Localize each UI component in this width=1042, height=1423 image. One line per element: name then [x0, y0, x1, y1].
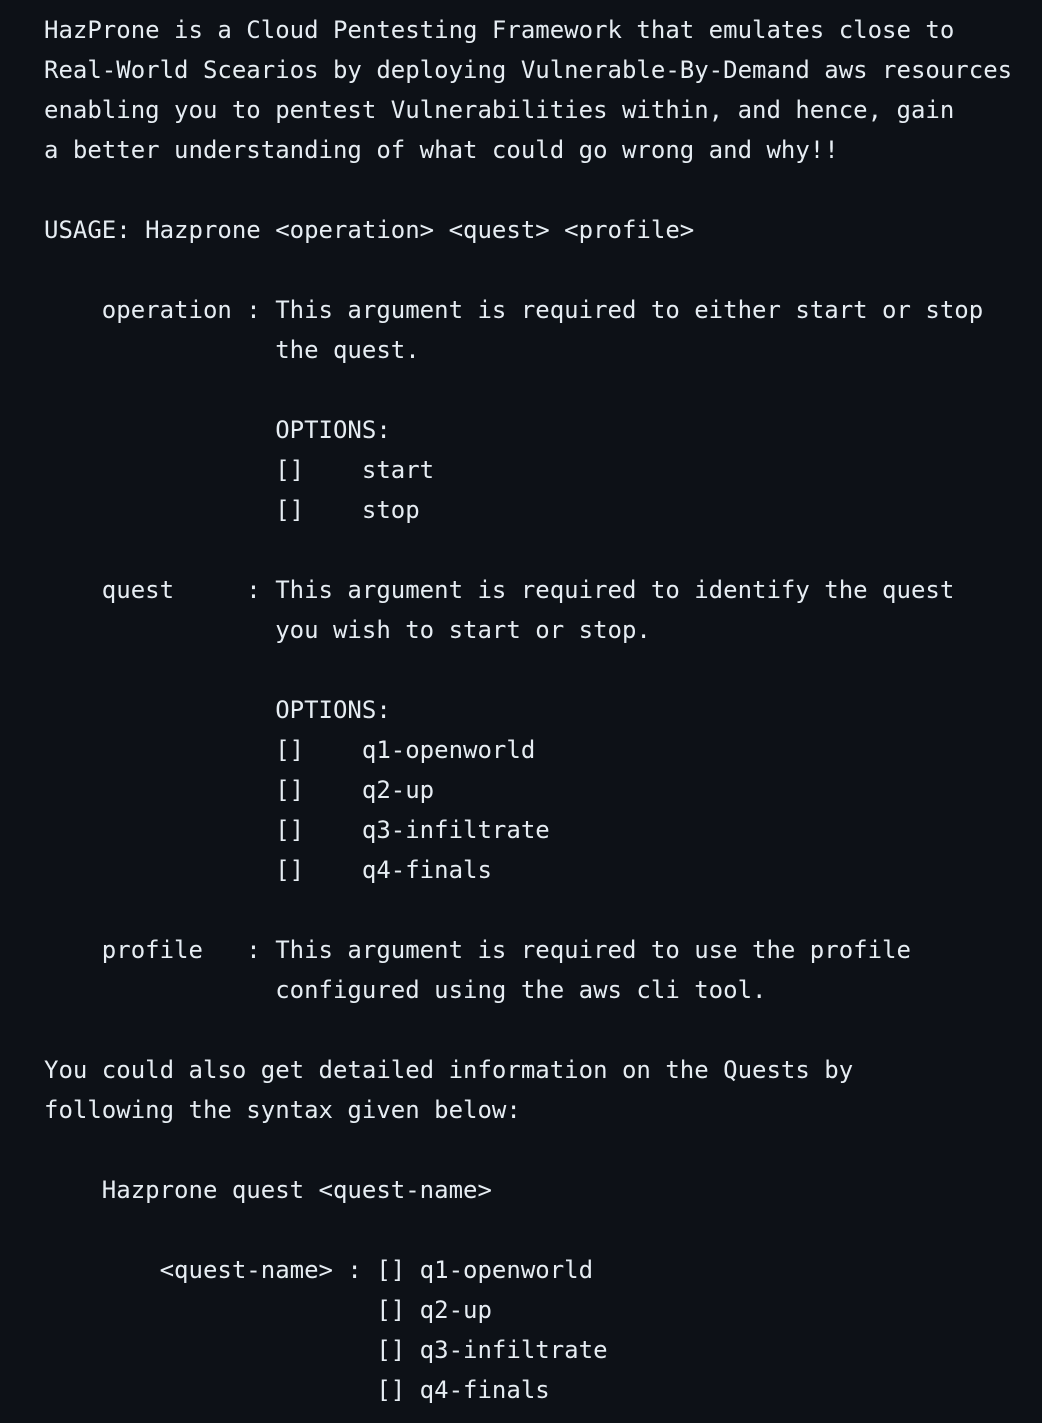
- details-line-2: following the syntax given below:: [44, 1096, 521, 1124]
- quest-name-option-q4: [] q4-finals: [44, 1376, 550, 1404]
- quest-option-q3: [] q3-infiltrate: [44, 816, 550, 844]
- operation-description: operation : This argument is required to…: [44, 296, 984, 324]
- usage-line: USAGE: Hazprone <operation> <quest> <pro…: [44, 216, 695, 244]
- quest-option-q4: [] q4-finals: [44, 856, 492, 884]
- operation-description-cont: the quest.: [44, 336, 420, 364]
- intro-line-4: a better understanding of what could go …: [44, 136, 839, 164]
- quest-name-option-q3: [] q3-infiltrate: [44, 1336, 608, 1364]
- quest-option-q1: [] q1-openworld: [44, 736, 536, 764]
- terminal-output: HazProne is a Cloud Pentesting Framework…: [0, 0, 1042, 1423]
- quest-option-q2: [] q2-up: [44, 776, 435, 804]
- profile-description: profile : This argument is required to u…: [44, 936, 911, 964]
- intro-line-2: Real-World Scearios by deploying Vulnera…: [44, 56, 1013, 84]
- quest-name-option-q2: [] q2-up: [44, 1296, 492, 1324]
- operation-options-label: OPTIONS:: [44, 416, 391, 444]
- quest-description: quest : This argument is required to ide…: [44, 576, 955, 604]
- details-line-1: You could also get detailed information …: [44, 1056, 854, 1084]
- intro-line-1: HazProne is a Cloud Pentesting Framework…: [44, 16, 955, 44]
- profile-description-cont: configured using the aws cli tool.: [44, 976, 767, 1004]
- quest-syntax-line: Hazprone quest <quest-name>: [44, 1176, 492, 1204]
- quest-options-label: OPTIONS:: [44, 696, 391, 724]
- operation-option-start: [] start: [44, 456, 435, 484]
- intro-line-3: enabling you to pentest Vulnerabilities …: [44, 96, 955, 124]
- quest-name-option-q1: <quest-name> : [] q1-openworld: [44, 1256, 594, 1284]
- operation-option-stop: [] stop: [44, 496, 420, 524]
- quest-description-cont: you wish to start or stop.: [44, 616, 651, 644]
